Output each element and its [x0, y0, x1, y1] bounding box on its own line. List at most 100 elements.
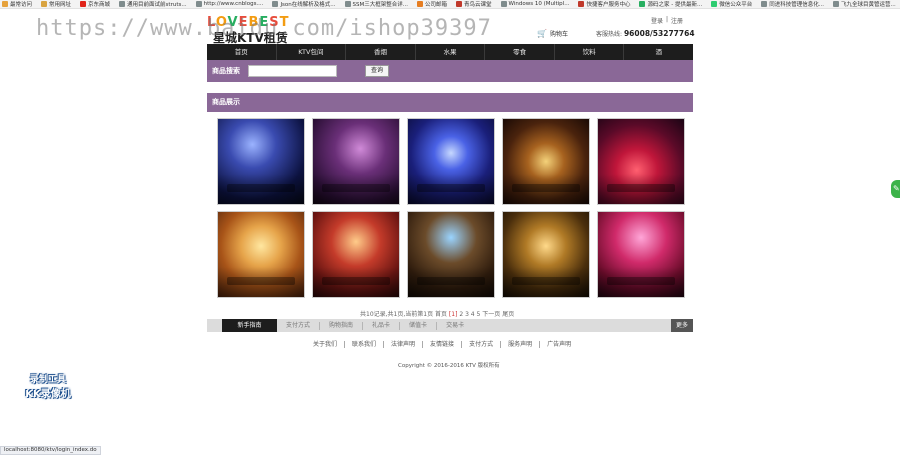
bookmark-item[interactable]: http://www.cnblogs....	[195, 1, 264, 7]
nav-item[interactable]: 零食	[485, 44, 555, 60]
nav-item[interactable]: 水果	[416, 44, 486, 60]
product-image[interactable]	[597, 118, 685, 205]
bookmark-item[interactable]: 通用目前面试前struts...	[119, 0, 187, 8]
main-nav: 首页 KTV包间 香烟 水果 零食 饮料酒	[207, 44, 693, 60]
nav-item[interactable]: KTV包间	[277, 44, 347, 60]
footer-link[interactable]: 服务声明	[501, 341, 541, 348]
product-image[interactable]	[407, 211, 495, 298]
footer-nav-item[interactable]: 礼品卡	[363, 321, 401, 330]
footer-nav-item[interactable]: 购物指南	[320, 321, 364, 330]
logo-letters: LOVEBEST	[207, 15, 290, 30]
pagination-current[interactable]: [1]	[449, 311, 458, 318]
cart-link[interactable]: 🛒 购物车	[537, 29, 568, 38]
nav-item[interactable]: 酒	[624, 44, 693, 60]
bookmark-label: 京东商城	[88, 2, 111, 8]
bookmark-item[interactable]: SSM三大框架整合详...	[344, 0, 409, 8]
hotline-number: 96008/53277764	[623, 29, 695, 38]
folder-icon	[41, 1, 48, 7]
top-links: 登录 | 注册	[651, 16, 683, 25]
bookmark-item[interactable]: 最常访问	[2, 0, 32, 8]
code-icon	[639, 1, 646, 7]
bookmark-label: 公司邮箱	[425, 2, 448, 8]
product-image[interactable]	[502, 118, 590, 205]
bookmark-item[interactable]: Windows 10 (Multipl...	[500, 1, 570, 7]
chat-icon: ✎	[893, 184, 900, 193]
bookmark-item[interactable]: 源码之家 - 提供最新...	[639, 0, 702, 8]
product-image[interactable]	[312, 211, 400, 298]
footer-link[interactable]: 广告声明	[540, 341, 578, 348]
footer-links: 关于我们 联系我们 法律声明 友情链接 支付方式 服务声明 广告声明	[313, 341, 578, 348]
nav-item[interactable]: 香烟	[346, 44, 416, 60]
site-logo[interactable]: LOVEBEST 星城KTV租赁	[207, 15, 307, 45]
footer-nav-active[interactable]: 新手指南	[222, 319, 277, 332]
cart-label: 购物车	[549, 31, 568, 38]
hotline: 客服热线: 96008/53277764	[596, 29, 695, 38]
footer-link[interactable]: 法律声明	[384, 341, 424, 348]
product-grid	[217, 118, 685, 298]
pagination-pages[interactable]: 2 3 4 5	[459, 311, 480, 318]
nav-item[interactable]: 饮料	[555, 44, 625, 60]
bookmark-label: 快捷客户服务中心	[586, 2, 631, 8]
search-label: 商品搜索	[212, 67, 240, 75]
bookmark-label: Json在线解析及格式...	[280, 2, 336, 8]
footer-nav-item[interactable]: 储值卡	[400, 321, 438, 330]
pagination-last[interactable]: 尾页	[502, 311, 514, 318]
recorder-line2: KK录像机	[25, 389, 71, 400]
product-image[interactable]	[217, 211, 305, 298]
status-bar-url: localhost:8080/ktv/login_index.do	[0, 446, 101, 455]
bookmark-label: SSM三大框架整合详...	[352, 2, 409, 8]
cart-icon: 🛒	[537, 29, 547, 38]
page-icon	[344, 1, 351, 7]
star-icon	[2, 1, 8, 7]
bookmark-label: 源码之家 - 提供最新...	[647, 2, 703, 8]
bookmark-item[interactable]: 常用网址	[41, 0, 71, 8]
bookmark-label: 常用网址	[49, 2, 72, 8]
product-image[interactable]	[217, 118, 305, 205]
bookmark-item[interactable]: 快捷客户服务中心	[578, 0, 630, 8]
footer-nav-item[interactable]: 支付方式	[277, 321, 321, 330]
register-link[interactable]: 注册	[671, 16, 683, 25]
product-image[interactable]	[407, 118, 495, 205]
bookmark-item[interactable]: 京东商城	[80, 0, 110, 8]
product-image[interactable]	[597, 211, 685, 298]
bookmark-item[interactable]: 微信公众平台	[711, 0, 752, 8]
bookmark-label: 青鸟云课堂	[464, 2, 492, 8]
nav-item[interactable]: 首页	[207, 44, 277, 60]
top-links-separator: |	[666, 16, 669, 23]
search-bar: 商品搜索 查询	[207, 60, 693, 82]
wechat-icon	[711, 1, 718, 7]
footer-link[interactable]: 关于我们	[313, 341, 346, 348]
footer-nav-more[interactable]: 更多	[671, 319, 693, 332]
bookmark-item[interactable]: 公司邮箱	[417, 0, 447, 8]
footer-link[interactable]: 支付方式	[462, 341, 502, 348]
product-image[interactable]	[312, 118, 400, 205]
product-image[interactable]	[502, 211, 590, 298]
login-link[interactable]: 登录	[651, 16, 663, 25]
footer-nav: 新手指南 支付方式 购物指南 礼品卡 储值卡 交易卡 更多	[207, 319, 693, 332]
pagination-next[interactable]: 下一页	[482, 311, 500, 318]
bookmark-item[interactable]: 同进科技管理信息化...	[761, 0, 824, 8]
recorder-line1: 录制工具	[29, 375, 66, 385]
mail-icon	[417, 1, 424, 7]
search-button[interactable]: 查询	[365, 65, 389, 77]
bookmark-label: 通用目前面试前struts...	[127, 2, 187, 8]
search-input[interactable]	[248, 65, 337, 77]
bookmark-item[interactable]: Json在线解析及格式...	[272, 0, 336, 8]
bookmark-item[interactable]: 青鸟云课堂	[456, 0, 492, 8]
page-icon	[761, 1, 768, 7]
pagination-summary: 共10记录,共1页,当前第1页 首页	[360, 311, 447, 318]
page-icon	[832, 1, 839, 7]
bird-icon	[456, 1, 463, 7]
bookmarks-bar: 最常访问 常用网址 京东商城 通用目前面试前struts... http://www.c…	[0, 0, 900, 9]
footer-nav-item[interactable]: 交易卡	[437, 322, 473, 330]
bookmark-item[interactable]: 飞九全球目黄管运营...	[832, 0, 896, 8]
bookmark-label: http://www.cnblogs....	[203, 1, 264, 7]
page-icon	[272, 1, 279, 7]
footer-link[interactable]: 友情链接	[423, 341, 463, 348]
chat-float-button[interactable]: ✎	[891, 180, 900, 198]
pagination: 共10记录,共1页,当前第1页 首页 [1] 2 3 4 5 下一页 尾页	[360, 309, 514, 318]
bookmark-label: Windows 10 (Multipl...	[508, 1, 570, 7]
footer-link[interactable]: 联系我们	[345, 341, 385, 348]
page-icon	[119, 1, 126, 7]
bookmark-label: 微信公众平台	[719, 2, 753, 8]
